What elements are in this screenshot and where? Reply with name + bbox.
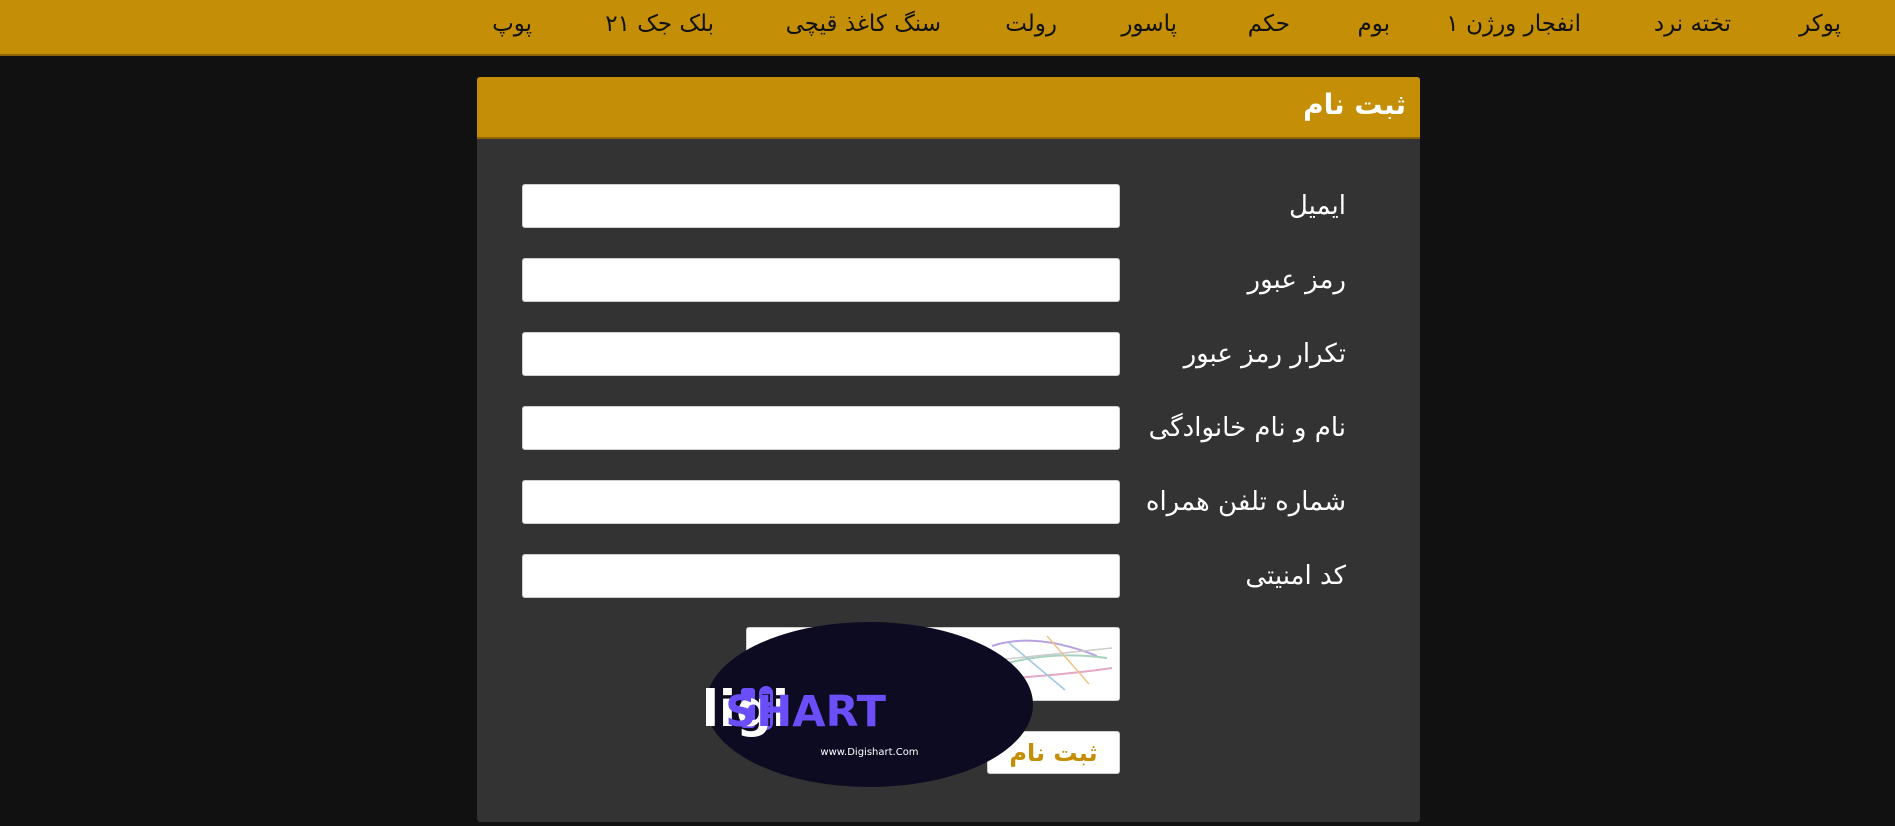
- digishart-watermark: digi SHART www.Digishart.Com: [706, 622, 1033, 787]
- mobile-phone-field[interactable]: [522, 480, 1120, 524]
- email-field[interactable]: [522, 184, 1120, 228]
- logo-brand-right: SHART: [725, 687, 886, 737]
- register-title: ثبت نام: [1303, 88, 1406, 121]
- nav-item-poker[interactable]: پوکر: [1799, 9, 1841, 39]
- mobile-phone-label: شماره تلفن همراه: [1145, 487, 1346, 517]
- nav-item-crash-v1[interactable]: انفجار ورژن ۱: [1446, 9, 1581, 39]
- logo-url: www.Digishart.Com: [820, 747, 918, 758]
- nav-item-roulette[interactable]: رولت: [1005, 9, 1057, 39]
- nav-item-backgammon[interactable]: تخته نرد: [1654, 9, 1731, 39]
- password-label: رمز عبور: [1247, 265, 1346, 295]
- nav-item-hokm[interactable]: حکم: [1248, 9, 1290, 39]
- security-code-label: کد امنیتی: [1245, 561, 1346, 591]
- register-card-header: ثبت نام: [477, 77, 1420, 139]
- nav-item-pop[interactable]: پوپ: [492, 9, 532, 39]
- password-field[interactable]: [522, 258, 1120, 302]
- nav-item-blackjack-21[interactable]: بلک جک ۲۱: [605, 9, 714, 39]
- nav-item-rock-paper-scissors[interactable]: سنگ کاغذ قیچی: [786, 9, 941, 39]
- full-name-label: نام و نام خانوادگی: [1148, 413, 1346, 443]
- email-label: ایمیل: [1288, 191, 1346, 221]
- digishart-logo-icon: digi SHART www.Digishart.Com: [706, 622, 1033, 787]
- security-code-field[interactable]: [522, 554, 1120, 598]
- nav-item-pasoor[interactable]: پاسور: [1121, 9, 1177, 39]
- full-name-field[interactable]: [522, 406, 1120, 450]
- password-confirm-field[interactable]: [522, 332, 1120, 376]
- password-confirm-label: تکرار رمز عبور: [1183, 339, 1346, 369]
- top-navigation: پوکر تخته نرد انفجار ورژن ۱ بوم حکم پاسو…: [0, 0, 1895, 54]
- nav-item-boom[interactable]: بوم: [1357, 9, 1390, 39]
